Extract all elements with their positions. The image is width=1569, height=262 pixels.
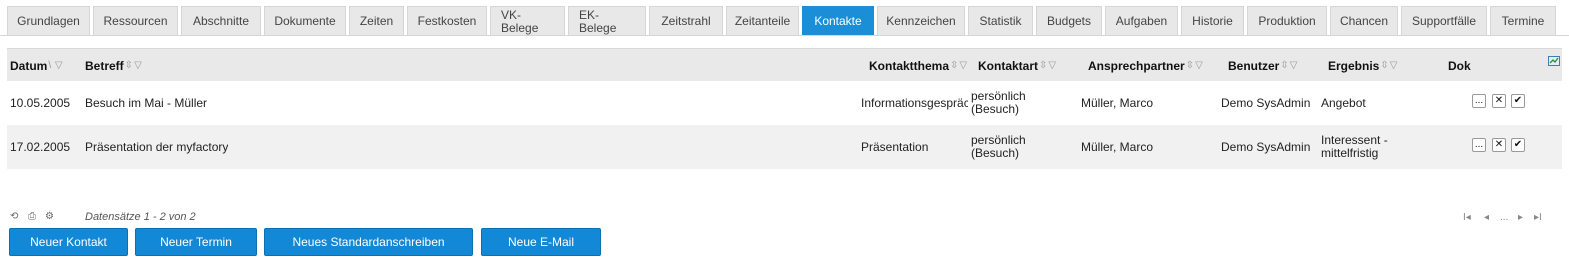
previous-page-button[interactable]: ◂	[1484, 212, 1489, 223]
cell-kontaktart: persönlich (Besuch)	[971, 89, 1026, 116]
tab-statistik[interactable]: Statistik	[968, 6, 1033, 36]
confirm-button[interactable]: ✔	[1511, 138, 1525, 152]
new-contact-button[interactable]: Neuer Kontakt	[9, 228, 128, 256]
sort-icon[interactable]: ⇳	[1280, 60, 1288, 71]
tab-abschnitte[interactable]: Abschnitte	[181, 6, 261, 36]
print-icon[interactable]: ⎙	[28, 211, 36, 222]
tab-produktion[interactable]: Produktion	[1247, 6, 1327, 36]
cell-betreff: Präsentation der myfactory	[85, 139, 229, 154]
delete-button[interactable]: ✕	[1492, 138, 1506, 152]
column-label: Benutzer	[1228, 58, 1280, 73]
column-header-dok: Dok	[1448, 49, 1471, 82]
export-excel-icon[interactable]	[1548, 56, 1560, 66]
column-header-betreff[interactable]: Betreff ⇳ ▽	[85, 49, 142, 82]
sort-icon[interactable]: ⇳	[1186, 60, 1194, 71]
cell-benutzer: Demo SysAdmin	[1221, 95, 1311, 110]
column-header-datum[interactable]: Datum \ ▽	[10, 49, 63, 82]
next-page-button[interactable]: ▸	[1518, 212, 1523, 223]
confirm-button[interactable]: ✔	[1511, 94, 1525, 108]
column-label: Kontaktthema	[869, 58, 950, 73]
sort-icon[interactable]: ⇳	[1380, 60, 1388, 71]
tab-dokumente[interactable]: Dokumente	[264, 6, 346, 36]
cell-betreff: Besuch im Mai - Müller	[85, 95, 208, 110]
filter-icon[interactable]: ▽	[1390, 60, 1398, 71]
tab-aufgaben[interactable]: Aufgaben	[1105, 6, 1178, 36]
cell-kontaktthema: Präsentation	[861, 139, 929, 154]
cell-ansprechpartner: Müller, Marco	[1081, 139, 1154, 154]
column-label: Dok	[1448, 58, 1471, 73]
tab-divider	[0, 35, 1569, 36]
column-header-kontaktart[interactable]: Kontaktart ⇳ ▽	[978, 49, 1056, 82]
cell-kontaktart: persönlich (Besuch)	[971, 133, 1026, 160]
filter-icon[interactable]: ▽	[52, 60, 63, 71]
tab-zeiten[interactable]: Zeiten	[349, 6, 404, 36]
tab-bar: Grundlagen Ressourcen Abschnitte Dokumen…	[0, 0, 1569, 36]
tab-historie[interactable]: Historie	[1181, 6, 1244, 36]
column-header-ansprechpartner[interactable]: Ansprechpartner ⇳ ▽	[1088, 49, 1203, 82]
column-label: Betreff	[85, 58, 124, 73]
filter-icon[interactable]: ▽	[1195, 60, 1203, 71]
grid-header: Datum \ ▽ Betreff ⇳ ▽ Kontaktthema ⇳ ▽ K…	[7, 48, 1562, 82]
tab-ek-belege[interactable]: EK- Belege	[568, 6, 646, 36]
column-header-ergebnis[interactable]: Ergebnis ⇳ ▽	[1328, 49, 1397, 82]
tab-ressourcen[interactable]: Ressourcen	[93, 6, 178, 36]
cell-kontaktthema: Informationsgespräch	[861, 95, 968, 110]
page-ellipsis: ...	[1500, 212, 1509, 223]
last-page-button[interactable]: ▸I	[1534, 212, 1542, 223]
sort-icon[interactable]: ⇳	[1039, 60, 1047, 71]
filter-icon[interactable]: ▽	[1048, 60, 1056, 71]
delete-button[interactable]: ✕	[1492, 94, 1506, 108]
cell-ergebnis: Interessent - mittelfristig	[1321, 133, 1388, 160]
filter-icon[interactable]: ▽	[134, 60, 142, 71]
tab-kontakte[interactable]: Kontakte	[802, 6, 874, 36]
table-row[interactable]: 10.05.2005 Besuch im Mai - Müller Inform…	[7, 81, 1562, 125]
filter-icon[interactable]: ▽	[959, 60, 967, 71]
column-label: Datum	[10, 58, 48, 73]
column-header-benutzer[interactable]: Benutzer ⇳ ▽	[1228, 49, 1297, 82]
tab-termine[interactable]: Termine	[1490, 6, 1556, 36]
more-button[interactable]: ...	[1472, 138, 1486, 152]
tab-chancen[interactable]: Chancen	[1330, 6, 1398, 36]
filter-icon[interactable]: ▽	[1290, 60, 1298, 71]
cell-benutzer: Demo SysAdmin	[1221, 139, 1311, 154]
new-appointment-button[interactable]: Neuer Termin	[135, 228, 257, 256]
tab-budgets[interactable]: Budgets	[1036, 6, 1102, 36]
refresh-icon[interactable]: ⟲	[10, 211, 18, 222]
tab-festkosten[interactable]: Festkosten	[407, 6, 487, 36]
new-standard-letter-button[interactable]: Neues Standardanschreiben	[264, 228, 473, 256]
tab-supportfaelle[interactable]: Supportfälle	[1401, 6, 1487, 36]
tab-zeitstrahl[interactable]: Zeitstrahl	[649, 6, 723, 36]
column-label: Ansprechpartner	[1088, 58, 1185, 73]
sort-icon[interactable]: ⇳	[950, 60, 958, 71]
sort-icon[interactable]: \	[48, 60, 51, 71]
record-count: Datensätze 1 - 2 von 2	[85, 211, 196, 223]
tab-grundlagen[interactable]: Grundlagen	[7, 6, 90, 36]
tab-vk-belege[interactable]: VK- Belege	[490, 6, 565, 36]
new-email-button[interactable]: Neue E-Mail	[481, 228, 601, 256]
column-label: Kontaktart	[978, 58, 1039, 73]
settings-icon[interactable]: ⚙	[45, 211, 54, 222]
cell-ansprechpartner: Müller, Marco	[1081, 95, 1154, 110]
cell-datum: 17.02.2005	[10, 139, 71, 154]
more-button[interactable]: ...	[1472, 94, 1486, 108]
first-page-button[interactable]: I◂	[1463, 212, 1471, 223]
table-row[interactable]: 17.02.2005 Präsentation der myfactory Pr…	[7, 125, 1562, 169]
cell-datum: 10.05.2005	[10, 95, 71, 110]
tab-zeitanteile[interactable]: Zeitanteile	[726, 6, 799, 36]
sort-icon[interactable]: ⇳	[125, 60, 133, 71]
tab-kennzeichen[interactable]: Kennzeichen	[877, 6, 965, 36]
column-label: Ergebnis	[1328, 58, 1380, 73]
column-header-kontaktthema[interactable]: Kontaktthema ⇳ ▽	[869, 49, 967, 82]
cell-ergebnis: Angebot	[1321, 95, 1366, 110]
